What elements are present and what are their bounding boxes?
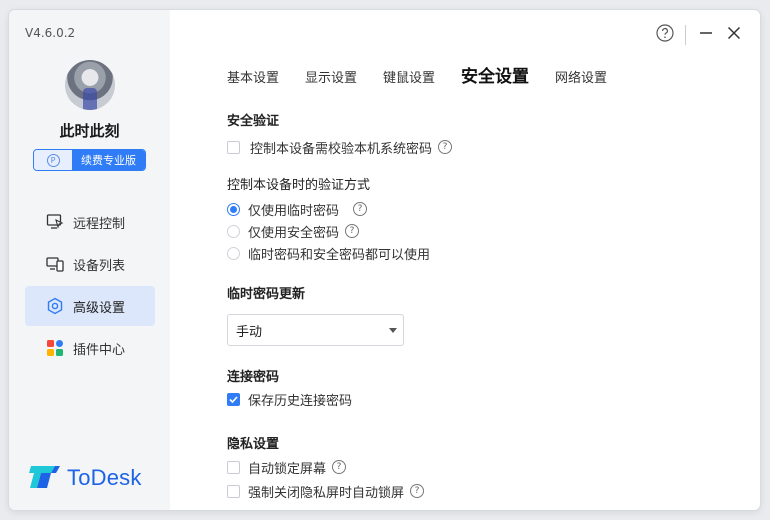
todesk-logo-icon (29, 462, 61, 494)
tab-display-settings[interactable]: 显示设置 (305, 67, 357, 86)
radio-option-secure-only[interactable]: 仅使用安全密码 ? (227, 220, 727, 242)
logo-text: ToDesk (67, 465, 142, 490)
advanced-settings-icon (45, 296, 65, 316)
section-title-security-verification: 安全验证 (227, 114, 280, 129)
save-history-password-checkbox[interactable] (227, 392, 240, 406)
app-window: V4.6.0.2 此时此刻 P 续费专业版 远程控制 设备列表 高级设置 插件中… (9, 10, 760, 510)
section-title-privacy-settings: 隐私设置 (227, 437, 280, 452)
todesk-logo: ToDesk (29, 462, 142, 494)
radio-both[interactable] (227, 246, 240, 260)
help-icon[interactable]: ? (353, 202, 368, 216)
sidebar-item-label: 插件中心 (73, 342, 126, 358)
help-icon[interactable]: ? (332, 460, 347, 474)
radio-option-both[interactable]: 临时密码和安全密码都可以使用 (227, 242, 727, 264)
sidebar-nav: 远程控制 设备列表 高级设置 插件中心 (25, 202, 155, 370)
radio-secure-only[interactable] (227, 224, 240, 238)
system-password-option[interactable]: 控制本设备需校验本机系统密码 ? (227, 136, 727, 158)
settings-tabs: 基本设置 显示设置 键鼠设置 安全设置 网络设置 (227, 62, 633, 87)
section-title-temp-password-update: 临时密码更新 (227, 287, 306, 302)
radio-label: 临时密码和安全密码都可以使用 (248, 247, 431, 263)
tab-basic-settings[interactable]: 基本设置 (227, 67, 279, 86)
sidebar-item-label: 远程控制 (73, 216, 126, 232)
sidebar-item-advanced-settings[interactable]: 高级设置 (25, 286, 155, 326)
minimize-button[interactable] (692, 24, 720, 46)
pro-badge-icon-area: P (34, 150, 72, 170)
force-close-privacy-lock-checkbox[interactable] (227, 484, 240, 498)
pro-icon: P (46, 153, 60, 167)
section-title-connection-password: 连接密码 (227, 370, 280, 385)
force-close-privacy-lock-option[interactable]: 强制关闭隐私屏时自动锁屏 ? (227, 480, 727, 502)
renew-pro-button[interactable]: P 续费专业版 (33, 149, 146, 171)
close-button[interactable] (720, 24, 748, 46)
close-icon (727, 26, 741, 44)
help-icon[interactable]: ? (410, 484, 425, 498)
save-history-password-option[interactable]: 保存历史连接密码 (227, 388, 727, 410)
sidebar-item-device-list[interactable]: 设备列表 (25, 244, 155, 284)
remote-control-icon (45, 212, 65, 232)
checkbox-label: 自动锁定屏幕 (248, 461, 327, 477)
radio-label: 仅使用安全密码 (248, 225, 340, 241)
chevron-down-icon (389, 328, 397, 333)
sidebar-item-label: 设备列表 (73, 258, 126, 274)
auto-lock-screen-option[interactable]: 自动锁定屏幕 ? (227, 456, 727, 478)
temp-password-update-select[interactable]: 手动 (227, 314, 404, 346)
checkmark-icon (229, 395, 238, 403)
avatar[interactable] (65, 60, 115, 110)
radio-label: 仅使用临时密码 (248, 203, 340, 219)
auto-lock-screen-checkbox[interactable] (227, 460, 240, 474)
version-label: V4.6.0.2 (25, 26, 76, 40)
help-icon[interactable]: ? (438, 140, 453, 154)
minimize-icon (699, 26, 713, 44)
username: 此时此刻 (59, 122, 120, 140)
system-password-checkbox[interactable] (227, 140, 240, 154)
sidebar-item-label: 高级设置 (73, 300, 126, 316)
select-value: 手动 (236, 324, 263, 340)
system-password-label: 控制本设备需校验本机系统密码 (250, 141, 433, 157)
sidebar-item-remote-control[interactable]: 远程控制 (25, 202, 155, 242)
security-settings-panel: 安全验证 控制本设备需校验本机系统密码 ? 控制本设备时的验证方式 仅使用临时密… (227, 110, 727, 502)
help-circle-icon (656, 24, 674, 46)
tab-keyboard-mouse-settings[interactable]: 键鼠设置 (383, 67, 435, 86)
sidebar: V4.6.0.2 此时此刻 P 续费专业版 远程控制 设备列表 高级设置 插件中… (9, 10, 170, 510)
tab-network-settings[interactable]: 网络设置 (555, 67, 607, 86)
renew-pro-label: 续费专业版 (72, 150, 145, 170)
device-list-icon (45, 254, 65, 274)
section-title-verification-method: 控制本设备时的验证方式 (227, 178, 371, 193)
titlebar-controls (651, 24, 748, 46)
checkbox-label: 强制关闭隐私屏时自动锁屏 (248, 485, 405, 501)
sidebar-item-plugin-center[interactable]: 插件中心 (25, 328, 155, 368)
radio-temp-only[interactable] (227, 202, 240, 216)
titlebar-divider (685, 25, 686, 45)
tab-security-settings[interactable]: 安全设置 (461, 62, 529, 87)
help-icon[interactable]: ? (345, 224, 360, 238)
plugin-center-icon (45, 338, 65, 358)
checkbox-label: 保存历史连接密码 (248, 393, 353, 409)
radio-option-temp-only[interactable]: 仅使用临时密码 ? (227, 198, 727, 220)
help-button[interactable] (651, 24, 679, 46)
